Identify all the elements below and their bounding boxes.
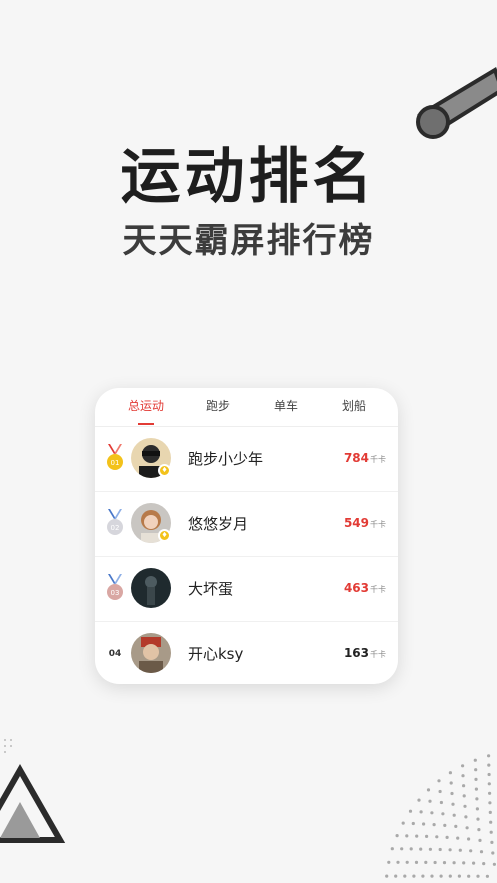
calorie-score: 463千卡 bbox=[343, 581, 386, 595]
rank-number: 04 bbox=[108, 649, 122, 659]
avatar bbox=[131, 568, 171, 608]
level-badge-icon: ♦ bbox=[158, 529, 171, 542]
calorie-score: 549千卡 bbox=[343, 516, 386, 530]
level-badge-icon: ♦ bbox=[158, 464, 171, 477]
avatar bbox=[131, 633, 171, 673]
svg-text:01: 01 bbox=[111, 459, 120, 467]
silver-medal-icon: 02 bbox=[107, 509, 123, 535]
tab-bar: 总运动 跑步 单车 划船 bbox=[95, 388, 398, 427]
user-name: 开心ksy bbox=[188, 645, 244, 663]
calorie-score: 163千卡 bbox=[343, 646, 386, 660]
svg-text:03: 03 bbox=[111, 589, 120, 597]
user-name: 悠悠岁月 bbox=[188, 515, 249, 533]
svg-text:02: 02 bbox=[111, 524, 120, 532]
page-subtitle: 天天霸屏排行榜 bbox=[122, 221, 375, 261]
bronze-medal-icon: 03 bbox=[107, 574, 123, 600]
page-title: 运动排名 bbox=[120, 142, 377, 212]
ranking-row[interactable]: 04 开心ksy 163千卡 bbox=[95, 621, 398, 684]
triangle-decoration bbox=[0, 739, 66, 843]
user-name: 大坏蛋 bbox=[188, 580, 234, 598]
active-tab-indicator bbox=[138, 423, 154, 425]
gold-medal-icon: 01 bbox=[107, 444, 123, 470]
tab-all-sports[interactable]: 总运动 bbox=[116, 397, 176, 414]
ranking-card: 总运动 跑步 单车 划船 01 ♦ 跑步小少年 784千卡 02 ♦ 悠悠岁月 … bbox=[95, 388, 398, 684]
ranking-row[interactable]: 03 大坏蛋 463千卡 bbox=[95, 556, 398, 622]
ranking-row[interactable]: 01 ♦ 跑步小少年 784千卡 bbox=[95, 426, 398, 492]
tab-rowing[interactable]: 划船 bbox=[324, 397, 384, 414]
calorie-score: 784千卡 bbox=[343, 451, 386, 465]
user-name: 跑步小少年 bbox=[188, 450, 264, 468]
tab-cycling[interactable]: 单车 bbox=[256, 397, 316, 414]
dotted-arc-decoration bbox=[385, 754, 496, 878]
tab-running[interactable]: 跑步 bbox=[188, 397, 248, 414]
ranking-row[interactable]: 02 ♦ 悠悠岁月 549千卡 bbox=[95, 491, 398, 557]
